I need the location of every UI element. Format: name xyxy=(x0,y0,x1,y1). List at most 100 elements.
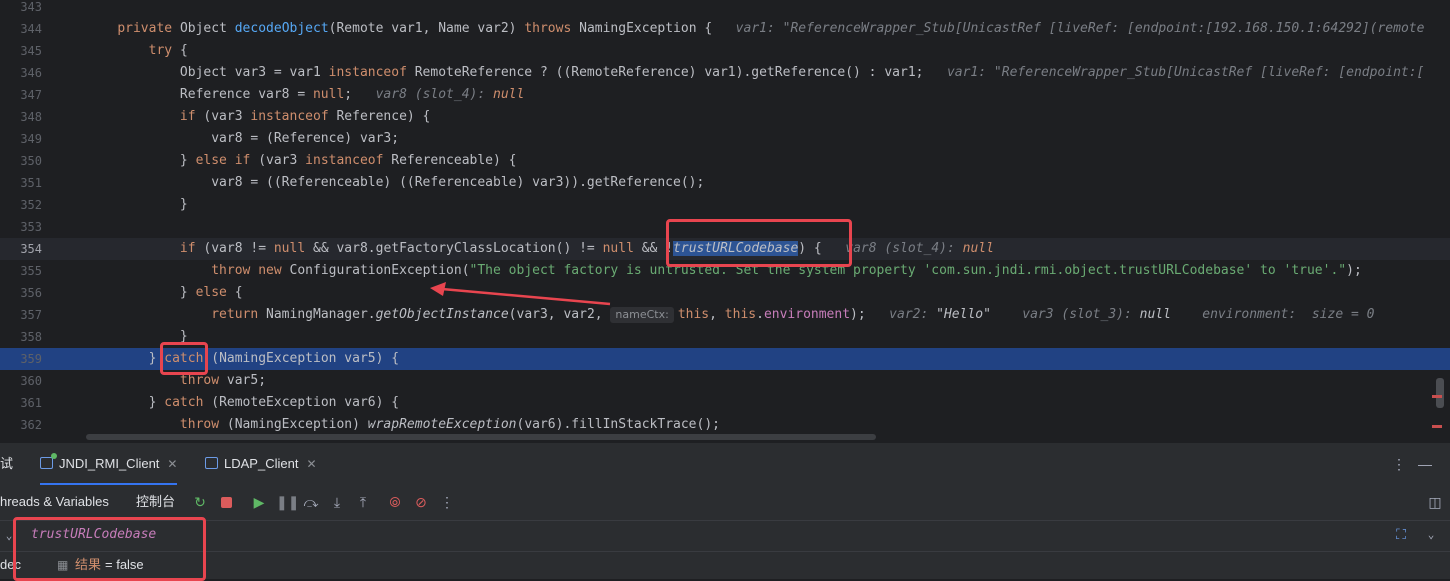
line-number[interactable]: 348 xyxy=(0,106,42,128)
line-number[interactable]: 351 xyxy=(0,172,42,194)
result-row[interactable]: dec ▦ 结果 = false xyxy=(0,551,1450,579)
code-line[interactable]: 349 var8 = (Reference) var3; xyxy=(0,128,1450,150)
code-token: try xyxy=(148,43,180,58)
line-number[interactable]: 350 xyxy=(0,150,42,172)
code-token: ); xyxy=(1346,263,1362,278)
line-number[interactable]: 360 xyxy=(0,370,42,392)
frame-fragment: dec xyxy=(0,557,21,572)
line-number[interactable]: 349 xyxy=(0,128,42,150)
code-line[interactable]: 347 Reference var8 = null; var8 (slot_4)… xyxy=(0,84,1450,106)
line-number[interactable]: 343 xyxy=(0,0,42,18)
code-line[interactable]: 359 } catch (NamingException var5) { xyxy=(0,348,1450,370)
resume-icon[interactable]: ▶ xyxy=(250,493,268,511)
line-number[interactable]: 357 xyxy=(0,304,42,326)
tab-jndi-rmi-client[interactable]: JNDI_RMI_Client ✕ xyxy=(40,443,178,485)
chevron-down-icon[interactable]: ⌄ xyxy=(1422,526,1440,544)
code-line[interactable]: 348 if (var3 instanceof Reference) { xyxy=(0,106,1450,128)
line-number[interactable]: 356 xyxy=(0,282,42,304)
inline-debug-value: var3 (slot_3): xyxy=(990,307,1140,322)
threads-variables-tab[interactable]: hreads & Variables xyxy=(0,491,109,513)
rerun-icon[interactable]: ↻ xyxy=(191,493,209,511)
code-token: { xyxy=(179,43,188,58)
error-stripe-mark[interactable] xyxy=(1432,395,1442,398)
code-line[interactable]: 343 xyxy=(0,0,1450,18)
step-over-icon[interactable]: ⤼ xyxy=(302,493,320,511)
code-line[interactable]: 360 throw var5; xyxy=(0,370,1450,392)
code-line[interactable]: 358 } xyxy=(0,326,1450,348)
mute-breakpoints-icon[interactable]: ⊘ xyxy=(412,493,430,511)
watch-expression[interactable]: trustURLCodebase xyxy=(31,521,156,549)
line-number[interactable]: 353 xyxy=(0,216,42,238)
code-token: } xyxy=(179,285,196,300)
code-token: } xyxy=(148,351,165,366)
line-number[interactable]: 355 xyxy=(0,260,42,282)
more-actions-icon[interactable]: ⋮ xyxy=(438,493,456,511)
stop-icon[interactable] xyxy=(217,493,235,511)
code-line[interactable]: 351 var8 = ((Referenceable) ((Referencea… xyxy=(0,172,1450,194)
code-line[interactable]: 355 throw new ConfigurationException("Th… xyxy=(0,260,1450,282)
code-token: Object xyxy=(179,21,235,36)
code-token: var5; xyxy=(226,373,267,388)
code-text: } else if (var3 instanceof Referenceable… xyxy=(86,150,517,172)
evaluate-expression-field[interactable]: ⌄ trustURLCodebase ⛶ ⌄ xyxy=(0,520,1450,552)
line-number[interactable]: 362 xyxy=(0,414,42,436)
code-line[interactable]: 350 } else if (var3 instanceof Reference… xyxy=(0,150,1450,172)
code-token: RemoteReference ? ((RemoteReference) var… xyxy=(414,65,947,80)
tab-ldap-client[interactable]: LDAP_Client ✕ xyxy=(205,443,317,483)
inline-debug-value: var8 (slot_4): xyxy=(375,87,494,102)
code-line[interactable]: 346 Object var3 = var1 instanceof Remote… xyxy=(0,62,1450,84)
code-line[interactable]: 344 private Object decodeObject(Remote v… xyxy=(0,18,1450,40)
error-stripe-mark[interactable] xyxy=(1432,425,1442,428)
code-line[interactable]: 362 throw (NamingException) wrapRemoteEx… xyxy=(0,414,1450,436)
line-number[interactable]: 359 xyxy=(0,348,42,370)
code-token: private xyxy=(117,21,180,36)
code-line[interactable]: 353 xyxy=(0,216,1450,238)
view-breakpoints-icon[interactable]: ⦾ xyxy=(386,493,404,511)
code-token: (var8 != xyxy=(203,241,274,256)
code-token: } xyxy=(179,329,188,344)
code-line[interactable]: 361 } catch (RemoteException var6) { xyxy=(0,392,1450,414)
line-number[interactable]: 347 xyxy=(0,84,42,106)
line-number[interactable]: 344 xyxy=(0,18,42,40)
debug-toolbar: hreads & Variables 控制台 ↻ ▶ ❚❚ ⤼ ⤓ ⤒ ⦾ ⊘ … xyxy=(0,487,1450,517)
horizontal-scrollbar[interactable] xyxy=(86,434,876,440)
step-into-icon[interactable]: ⤓ xyxy=(328,493,346,511)
line-number[interactable]: 354 xyxy=(0,238,42,260)
step-out-icon[interactable]: ⤒ xyxy=(354,493,372,511)
add-watch-icon[interactable]: ⛶ xyxy=(1392,526,1410,544)
code-line[interactable]: 357 return NamingManager.getObjectInstan… xyxy=(0,304,1450,326)
code-editor[interactable]: 343 344 private Object decodeObject(Remot… xyxy=(0,0,1450,442)
code-token: (NamingException) xyxy=(226,417,368,432)
code-line[interactable]: 345 try { xyxy=(0,40,1450,62)
code-line[interactable]: 356 } else { xyxy=(0,282,1450,304)
line-number[interactable]: 358 xyxy=(0,326,42,348)
vertical-scrollbar[interactable] xyxy=(1436,378,1444,408)
code-token: ); xyxy=(850,307,890,322)
code-token: "Hello" xyxy=(936,307,991,322)
pause-icon[interactable]: ❚❚ xyxy=(276,493,299,511)
chevron-down-icon[interactable]: ⌄ xyxy=(0,527,18,545)
code-line[interactable]: 354 if (var8 != null && var8.getFactoryC… xyxy=(0,238,1450,260)
line-number[interactable]: 345 xyxy=(0,40,42,62)
code-token: var8 = (Reference) var3; xyxy=(211,131,400,146)
line-number[interactable]: 346 xyxy=(0,62,42,84)
line-number[interactable]: 361 xyxy=(0,392,42,414)
console-tab[interactable]: 控制台 xyxy=(136,491,175,513)
code-token: throws xyxy=(524,21,580,36)
more-options-icon[interactable]: ⋮ xyxy=(1390,455,1408,473)
code-token: null xyxy=(1139,307,1171,322)
code-token: ConfigurationException( xyxy=(289,263,470,278)
line-number[interactable]: 352 xyxy=(0,194,42,216)
minimize-icon[interactable]: — xyxy=(1416,455,1434,473)
close-icon[interactable]: ✕ xyxy=(167,457,177,471)
code-line[interactable]: 352 } xyxy=(0,194,1450,216)
layout-icon[interactable]: ◫ xyxy=(1426,493,1444,511)
close-icon[interactable]: ✕ xyxy=(306,457,316,471)
